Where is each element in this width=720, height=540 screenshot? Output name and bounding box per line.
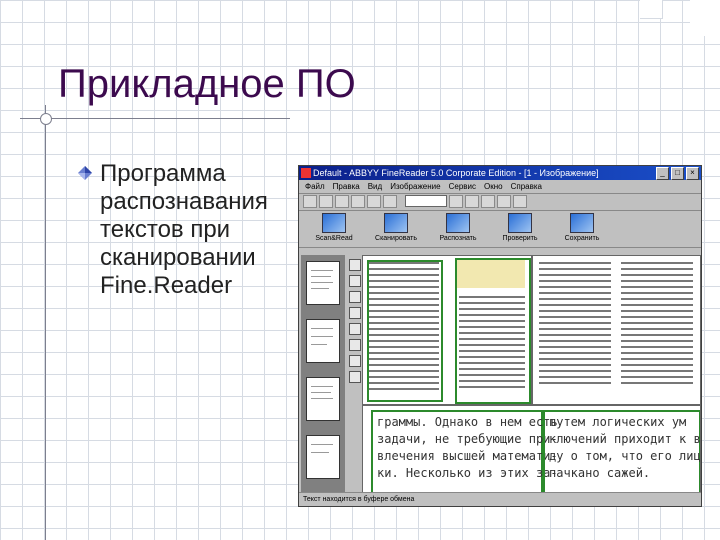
- check-icon: [508, 213, 532, 233]
- text-block-frame[interactable]: [367, 260, 443, 402]
- recognize-icon: [446, 213, 470, 233]
- window-titlebar: Default - ABBYY FineReader 5.0 Corporate…: [299, 166, 701, 180]
- rule-ring-icon: [40, 113, 52, 125]
- corner-decoration: [640, 0, 663, 19]
- scan-read-button[interactable]: Scan&Read: [305, 213, 363, 242]
- page-thumbnail[interactable]: [306, 377, 340, 421]
- align-icon[interactable]: [497, 195, 511, 208]
- copy-icon[interactable]: [367, 195, 381, 208]
- delete-block-icon[interactable]: [349, 371, 361, 383]
- recognize-button[interactable]: Распознать: [429, 213, 487, 242]
- scan-label: Сканировать: [375, 235, 417, 242]
- status-bar: Текст находится в буфере обмена: [299, 492, 701, 506]
- select-area-icon[interactable]: [349, 259, 361, 271]
- menu-image[interactable]: Изображение: [390, 180, 440, 193]
- save-button[interactable]: Сохранить: [553, 213, 611, 242]
- paste-icon[interactable]: [383, 195, 397, 208]
- new-icon[interactable]: [303, 195, 317, 208]
- scan-read-label: Scan&Read: [315, 235, 353, 242]
- vertical-rule: [45, 105, 46, 540]
- save-icon[interactable]: [335, 195, 349, 208]
- language-combo[interactable]: [405, 195, 447, 207]
- document-panels: граммы. Однако в нем есть задачи, не тре…: [299, 255, 701, 494]
- page-thumbnail[interactable]: [306, 435, 340, 479]
- menu-bar: Файл Правка Вид Изображение Сервис Окно …: [299, 180, 701, 194]
- blue-diamond-icon: [78, 166, 92, 180]
- menu-edit[interactable]: Правка: [333, 180, 360, 193]
- open-icon[interactable]: [319, 195, 333, 208]
- scan-read-icon: [322, 213, 346, 233]
- zoom-text-left: граммы. Однако в нем есть задачи, не тре…: [377, 415, 558, 480]
- recognize-label: Распознать: [439, 235, 477, 242]
- close-icon[interactable]: ×: [686, 167, 699, 180]
- scan-button[interactable]: Сканировать: [367, 213, 425, 242]
- window-controls: _ □ ×: [656, 167, 699, 180]
- rotate-icon[interactable]: [349, 355, 361, 367]
- scan-read-toolbar: Scan&Read Сканировать Распознать Провери…: [299, 211, 701, 248]
- page-thumbnail[interactable]: [306, 261, 340, 305]
- zoom-pane[interactable]: граммы. Однако в нем есть задачи, не тре…: [362, 405, 701, 494]
- save-label: Сохранить: [564, 235, 600, 242]
- picture-block-icon[interactable]: [349, 307, 361, 319]
- horizontal-rule: [20, 118, 290, 119]
- check-label: Проверить: [502, 235, 538, 242]
- maximize-icon[interactable]: □: [671, 167, 684, 180]
- zoom-out-icon[interactable]: [349, 339, 361, 351]
- table-block-icon[interactable]: [349, 291, 361, 303]
- standard-toolbar: [299, 194, 701, 211]
- bullet-item: Программа распознавания текстов при скан…: [78, 160, 298, 300]
- text-block-frame[interactable]: [455, 258, 531, 404]
- zoom-text-right: путем логических ум ключений приходит к …: [549, 415, 701, 480]
- slide-title: Прикладное ПО: [58, 62, 356, 106]
- menu-help[interactable]: Справка: [511, 180, 542, 193]
- menu-window[interactable]: Окно: [484, 180, 503, 193]
- scanner-icon: [384, 213, 408, 233]
- underline-icon[interactable]: [481, 195, 495, 208]
- menu-tools[interactable]: Сервис: [449, 180, 476, 193]
- menu-file[interactable]: Файл: [305, 180, 325, 193]
- save-icon: [570, 213, 594, 233]
- bullet-text: Программа распознавания текстов при скан…: [100, 160, 268, 299]
- menu-view[interactable]: Вид: [368, 180, 382, 193]
- bold-icon[interactable]: [449, 195, 463, 208]
- italic-icon[interactable]: [465, 195, 479, 208]
- check-button[interactable]: Проверить: [491, 213, 549, 242]
- image-pane[interactable]: [362, 255, 532, 405]
- finereader-screenshot: Default - ABBYY FineReader 5.0 Corporate…: [298, 165, 702, 507]
- cut-icon[interactable]: [351, 195, 365, 208]
- paragraph-icon[interactable]: [513, 195, 527, 208]
- corner-decoration: [690, 0, 720, 36]
- image-tools: [347, 255, 361, 492]
- minimize-icon[interactable]: _: [656, 167, 669, 180]
- recognized-text-pane[interactable]: [532, 255, 701, 405]
- text-block-icon[interactable]: [349, 275, 361, 287]
- page-thumbnails: [301, 255, 345, 492]
- finereader-app-icon: [301, 168, 311, 178]
- page-thumbnail[interactable]: [306, 319, 340, 363]
- window-title: Default - ABBYY FineReader 5.0 Corporate…: [313, 168, 599, 178]
- zoom-in-icon[interactable]: [349, 323, 361, 335]
